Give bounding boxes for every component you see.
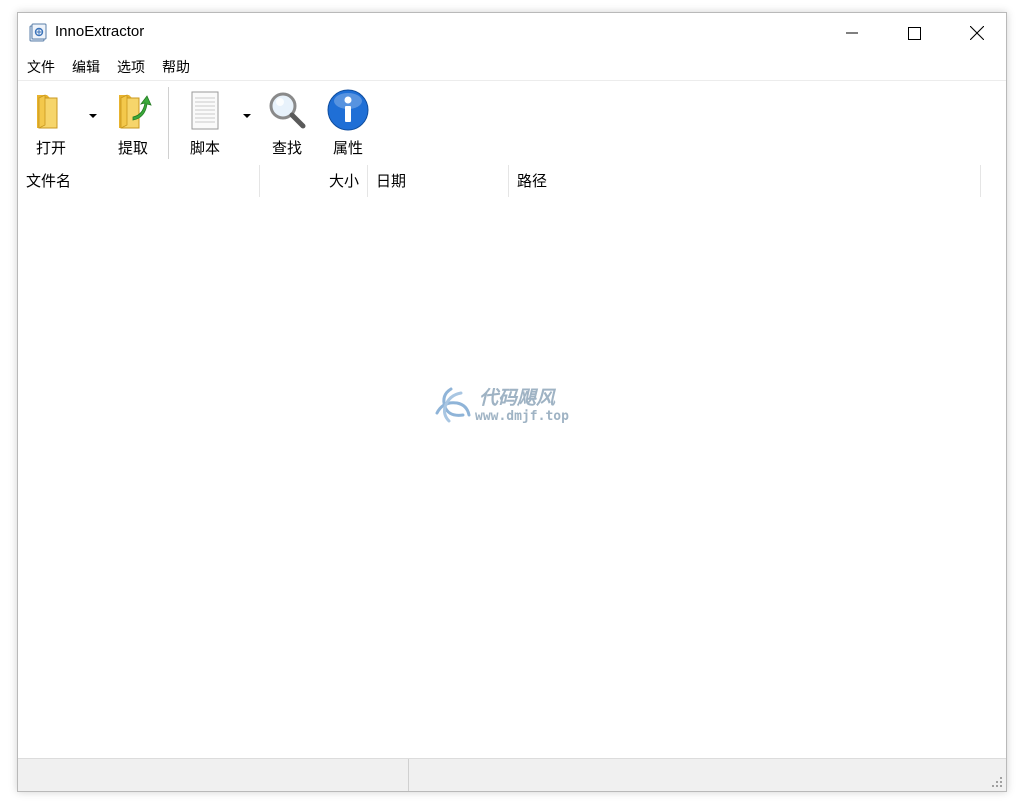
open-label: 打开 [35, 139, 66, 157]
toolbar-separator [168, 87, 169, 159]
column-header-size[interactable]: 大小 [260, 165, 368, 197]
column-header-filename[interactable]: 文件名 [18, 165, 260, 197]
column-header-date[interactable]: 日期 [368, 165, 509, 197]
column-header-path[interactable]: 路径 [509, 165, 981, 197]
script-button[interactable]: 脚本 [180, 89, 230, 159]
minimize-icon [846, 32, 858, 34]
close-button[interactable] [954, 13, 1000, 53]
info-icon [327, 89, 369, 131]
notepad-icon [191, 91, 219, 130]
watermark-name: 代码飓风 [479, 387, 556, 409]
extract-label: 提取 [117, 139, 148, 157]
app-icon [29, 23, 47, 42]
extract-folder-icon [119, 94, 152, 129]
open-button[interactable]: 打开 [26, 89, 76, 159]
status-pane-right [409, 759, 1006, 791]
folder-icon [37, 94, 58, 129]
menu-help[interactable]: 帮助 [153, 57, 198, 77]
toolbar: 打开 提取 脚本 查找 属性 [18, 80, 1006, 166]
script-label: 脚本 [189, 139, 220, 157]
menu-file[interactable]: 文件 [18, 57, 63, 77]
app-window: InnoExtractor 文件 编辑 选项 帮助 打开 提取 脚本 查找 属性… [17, 12, 1007, 792]
open-dropdown-arrow-icon[interactable] [88, 112, 98, 120]
extract-button[interactable]: 提取 [108, 89, 158, 159]
watermark-url: www.dmjf.top [475, 409, 569, 424]
magnifier-icon [269, 92, 306, 129]
close-icon [970, 26, 984, 40]
maximize-icon [907, 26, 921, 40]
watermark-logo-icon [435, 387, 471, 423]
watermark: 代码飓风 www.dmjf.top [431, 383, 601, 429]
find-label: 查找 [271, 139, 302, 157]
properties-label: 属性 [332, 139, 363, 157]
minimize-button[interactable] [829, 13, 875, 53]
maximize-button[interactable] [891, 13, 937, 53]
title-bar[interactable]: InnoExtractor [18, 13, 1006, 53]
status-pane-left [18, 759, 409, 791]
menu-edit[interactable]: 编辑 [63, 57, 108, 77]
resize-grip-icon[interactable] [991, 776, 1003, 788]
menu-bar: 文件 编辑 选项 帮助 [18, 53, 1006, 80]
file-list[interactable]: 文件名 大小 日期 路径 代码飓风 www.dmjf.top [18, 165, 1006, 759]
find-button[interactable]: 查找 [262, 89, 312, 159]
script-dropdown-arrow-icon[interactable] [242, 112, 252, 120]
properties-button[interactable]: 属性 [323, 89, 373, 159]
status-bar [18, 758, 1006, 791]
menu-options[interactable]: 选项 [108, 57, 153, 77]
window-title: InnoExtractor [55, 23, 145, 40]
